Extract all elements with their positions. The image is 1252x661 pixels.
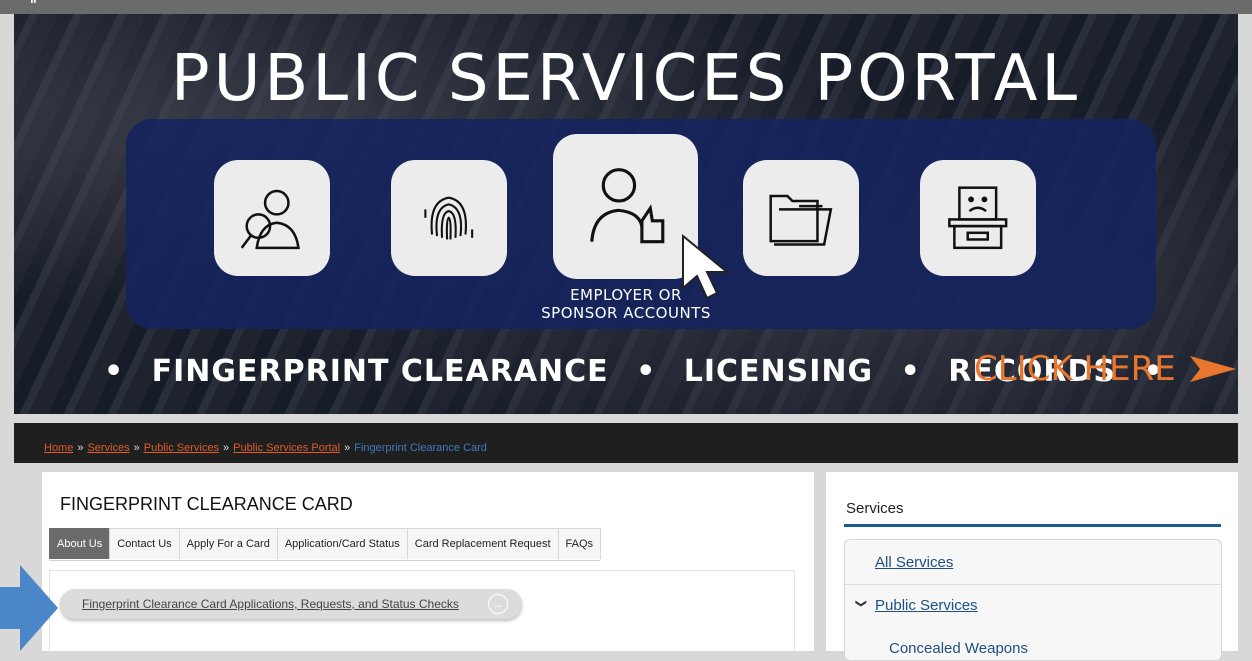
breadcrumb-separator: » <box>133 442 140 454</box>
breadcrumb-current: Fingerprint Clearance Card <box>354 442 487 454</box>
employer-tile[interactable] <box>553 134 698 279</box>
tab-panel: Fingerprint Clearance Card Applications,… <box>49 570 795 652</box>
tagline-bullet: • <box>104 354 125 389</box>
breadcrumb-services[interactable]: Services <box>87 442 129 454</box>
folders-icon <box>769 195 833 246</box>
sidebar-item-public-services[interactable]: Public Services <box>875 597 978 614</box>
tagline-fingerprint: FINGERPRINT CLEARANCE <box>151 354 609 389</box>
tab-card-replacement[interactable]: Card Replacement Request <box>406 528 559 559</box>
click-here-link[interactable]: CLICK HERE <box>974 349 1238 389</box>
hero-title: PUBLIC SERVICES PORTAL <box>170 42 1082 116</box>
annotation-arrow-icon <box>0 565 58 651</box>
folders-tile[interactable] <box>743 160 859 276</box>
tagline-bullet: • <box>900 354 921 389</box>
sidebar-item-all-services[interactable]: All Services <box>875 554 953 571</box>
tab-about-us[interactable]: About Us <box>49 528 111 559</box>
breadcrumb-separator: » <box>77 442 84 454</box>
sad-document-tile[interactable] <box>920 160 1036 276</box>
tab-contact-us[interactable]: Contact Us <box>109 528 180 559</box>
tab-bar: About Us Contact Us Apply For a Card App… <box>49 528 602 561</box>
top-mark: " <box>30 0 37 12</box>
chevron-down-icon[interactable]: ❯ <box>855 599 868 608</box>
breadcrumb-portal[interactable]: Public Services Portal <box>233 442 340 454</box>
breadcrumb-separator: » <box>222 442 230 454</box>
menu-divider <box>845 584 1221 585</box>
person-search-tile[interactable] <box>214 160 330 276</box>
tab-faqs[interactable]: FAQs <box>557 528 602 559</box>
sidebar: Services All Services ❯ Public Services … <box>826 472 1238 661</box>
tagline-licensing: LICENSING <box>683 354 874 389</box>
arrow-right-circle-icon: → <box>488 594 508 614</box>
play-arrow-icon <box>1189 356 1236 382</box>
main-content: FINGERPRINT CLEARANCE CARD About Us Cont… <box>42 472 814 652</box>
breadcrumb-home[interactable]: Home <box>44 442 73 454</box>
sidebar-item-concealed-weapons[interactable]: Concealed Weapons <box>889 640 1028 657</box>
top-strip: " <box>0 0 1252 14</box>
applications-link-pill[interactable]: Fingerprint Clearance Card Applications,… <box>60 589 522 619</box>
sad-document-icon <box>948 186 1008 250</box>
tab-apply-for-card[interactable]: Apply For a Card <box>178 528 278 559</box>
breadcrumb-public-services[interactable]: Public Services <box>144 442 219 454</box>
applications-link[interactable]: Fingerprint Clearance Card Applications,… <box>82 597 459 611</box>
fingerprint-tile[interactable] <box>391 160 507 276</box>
sidebar-title: Services <box>846 500 904 517</box>
sidebar-divider <box>844 524 1221 527</box>
breadcrumb: Home» Services» Public Services» Public Ser… <box>44 442 487 454</box>
page-title: FINGERPRINT CLEARANCE CARD <box>60 494 353 514</box>
person-search-icon <box>240 190 301 250</box>
tagline-bullet: • <box>636 354 657 389</box>
tab-application-status[interactable]: Application/Card Status <box>276 528 408 559</box>
click-here-text: CLICK HERE <box>974 349 1176 389</box>
fingerprint-icon <box>424 196 474 240</box>
services-menu: All Services ❯ Public Services Concealed… <box>844 539 1222 661</box>
breadcrumb-separator: » <box>344 442 351 454</box>
mouse-cursor-icon <box>682 233 730 300</box>
employer-thumbs-up-icon <box>590 168 665 244</box>
hero-banner[interactable]: PUBLIC SERVICES PORTAL EMPLOYER OR SPONS… <box>14 14 1238 414</box>
breadcrumb-bar: Home» Services» Public Services» Public Ser… <box>14 423 1238 463</box>
